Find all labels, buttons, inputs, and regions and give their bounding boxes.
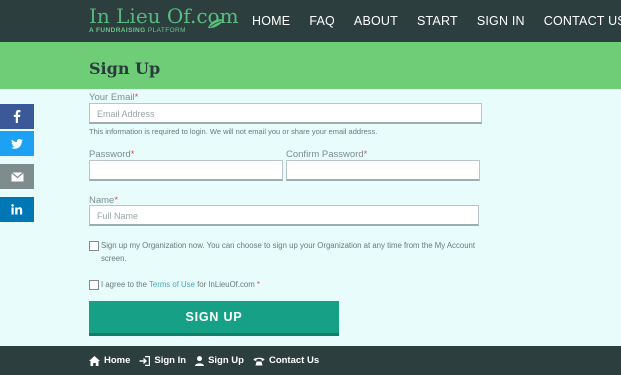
page: In Lieu Of.com A FUNDRAISING PLATFORM HO… (0, 0, 621, 375)
footer-link-sign-in[interactable]: Sign In (139, 355, 186, 366)
sign-in-icon (139, 355, 151, 366)
footer-nav: Home Sign In Sign Up Contact Us (89, 346, 328, 375)
confirm-password-label: Confirm Password* (286, 149, 368, 160)
logo-tagline: A FUNDRAISING PLATFORM (89, 27, 186, 34)
sign-up-button[interactable]: SIGN UP (89, 301, 339, 336)
user-icon (195, 355, 205, 366)
facebook-icon (13, 110, 21, 123)
nav-contact-us[interactable]: CONTACT US (544, 14, 621, 28)
name-field[interactable]: Full Name (89, 205, 479, 226)
confirm-password-field[interactable] (286, 160, 480, 181)
footer: Home Sign In Sign Up Contact Us (0, 346, 621, 375)
home-icon (89, 355, 100, 366)
footer-link-home[interactable]: Home (89, 355, 130, 366)
org-signup-text: Sign up my Organization now. You can cho… (101, 241, 476, 263)
footer-link-sign-up[interactable]: Sign Up (195, 355, 244, 366)
facebook-share-button[interactable] (0, 104, 34, 129)
site-logo[interactable]: In Lieu Of.com A FUNDRAISING PLATFORM (89, 5, 239, 39)
twitter-icon (11, 138, 23, 149)
footer-link-contact-us[interactable]: Contact Us (253, 355, 319, 366)
twitter-share-button[interactable] (0, 131, 34, 156)
nav-faq[interactable]: FAQ (309, 14, 335, 28)
org-signup-checkbox[interactable] (89, 241, 99, 251)
terms-text: I agree to the Terms of Use for InLieuOf… (101, 280, 260, 289)
top-navbar: In Lieu Of.com A FUNDRAISING PLATFORM HO… (0, 0, 621, 42)
linkedin-share-button[interactable] (0, 197, 34, 222)
linkedin-icon (11, 204, 23, 215)
terms-of-use-link[interactable]: Terms of Use (149, 280, 195, 289)
phone-icon (253, 357, 265, 365)
terms-checkbox[interactable] (89, 280, 99, 290)
email-share-button[interactable] (0, 164, 34, 189)
main-nav: HOME FAQ ABOUT START SIGN IN CONTACT US (252, 0, 621, 42)
password-field[interactable] (89, 160, 283, 181)
email-help-text: This information is required to login. W… (89, 127, 378, 136)
email-field[interactable]: Email Address (89, 103, 482, 124)
email-label: Your Email* (89, 92, 139, 103)
password-label: Password* (89, 149, 135, 160)
page-title: Sign Up (89, 59, 161, 78)
nav-about[interactable]: ABOUT (354, 14, 398, 28)
leaf-icon (208, 19, 224, 29)
nav-start[interactable]: START (417, 14, 458, 28)
email-icon (10, 171, 24, 181)
nav-home[interactable]: HOME (252, 14, 290, 28)
nav-sign-in[interactable]: SIGN IN (477, 14, 525, 28)
